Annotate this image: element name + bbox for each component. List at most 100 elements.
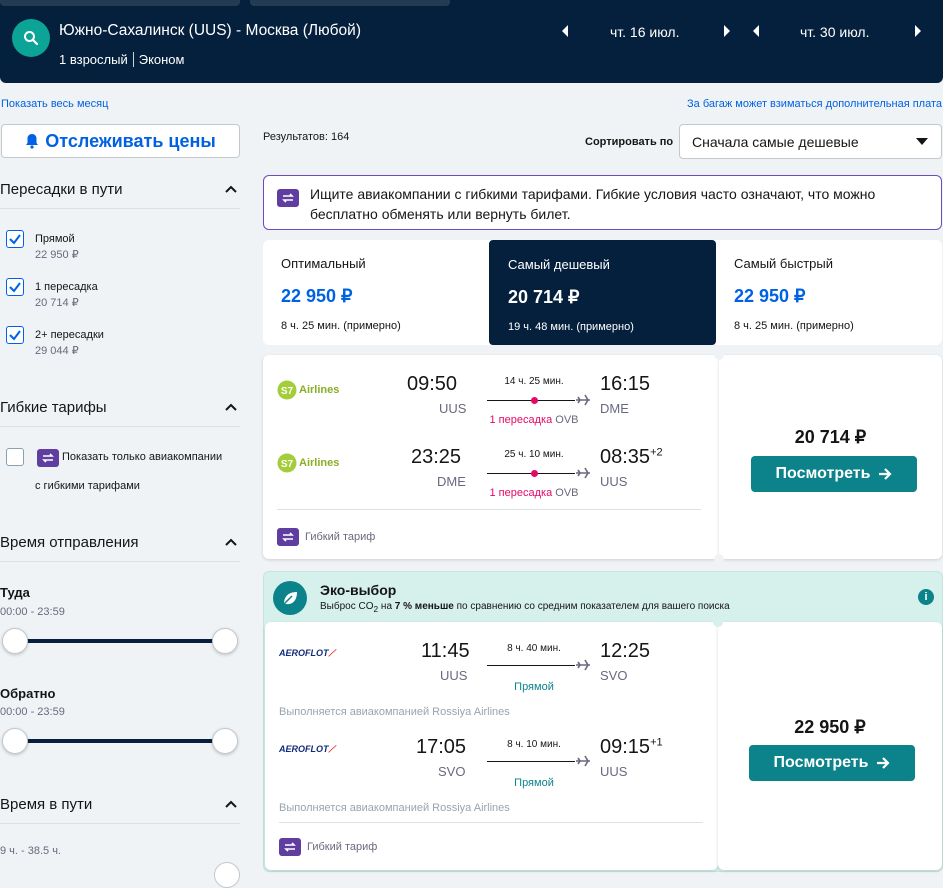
info-icon[interactable]: i — [918, 589, 934, 605]
ticket-notch — [714, 554, 724, 564]
flex-fare-tag: Гибкий тариф — [279, 838, 377, 856]
flex-only-label[interactable]: Показать только авиакомпании — [62, 449, 222, 465]
slider-track — [15, 739, 225, 743]
slider-track — [15, 639, 225, 643]
stops-option-checkbox[interactable] — [6, 326, 24, 344]
arrival-time: 09:15+1 — [600, 736, 663, 759]
sort-value: Сначала самые дешевые — [692, 134, 859, 150]
chevron-up-icon[interactable] — [225, 538, 237, 546]
flex-filter: Гибкие тарифы — [0, 399, 240, 427]
tab-cheapest[interactable]: Самый дешевый 20 714 ₽ 19 ч. 48 мин. (пр… — [489, 240, 716, 345]
prev-date-back-icon[interactable] — [751, 24, 761, 38]
stops-filter: Пересадки в пути — [0, 181, 240, 209]
track-prices-button[interactable]: Отслеживать цены — [1, 124, 240, 158]
departure-airport: UUS — [440, 668, 468, 683]
header-tab[interactable] — [0, 0, 240, 6]
eco-title: Эко-выбор — [320, 582, 397, 598]
show-month-link[interactable]: Показать весь месяц — [1, 98, 108, 110]
flex-fare-icon — [37, 449, 59, 467]
flight-leg: S7 Airlines 09:50 UUS 14 ч. 25 мин. 1 пе… — [263, 369, 719, 429]
date-back[interactable]: чт. 30 июл. — [800, 24, 869, 40]
return-time-slider[interactable] — [1, 726, 239, 756]
leg-duration: 8 ч. 10 мин. — [507, 739, 561, 750]
arrow-right-icon — [877, 757, 891, 769]
stop-dot — [531, 470, 538, 477]
tab-price: 20 714 ₽ — [508, 287, 580, 307]
duration-range: 9 ч. - 38.5 ч. — [0, 845, 61, 857]
s7-logo-icon: S7 — [277, 380, 297, 400]
flex-fare-icon — [279, 838, 301, 856]
option-name: 2+ пересадки — [35, 329, 104, 341]
date-out[interactable]: чт. 16 июл. — [610, 24, 679, 40]
stops-option-checkbox[interactable] — [6, 278, 24, 296]
option-name: Прямой — [35, 233, 75, 245]
duration-filter: Время в пути — [0, 796, 240, 824]
flex-fare-icon — [277, 528, 299, 546]
arrival-airport: UUS — [600, 474, 628, 489]
arrival-time: 08:35+2 — [600, 446, 663, 469]
plane-icon — [576, 659, 590, 671]
divider — [0, 208, 240, 209]
stop-dot — [531, 397, 538, 404]
search-button[interactable] — [12, 19, 50, 57]
route-title[interactable]: Южно-Сахалинск (UUS) - Москва (Любой) — [59, 22, 361, 40]
view-deal-button[interactable]: Посмотреть — [749, 745, 915, 781]
track-prices-label: Отслеживать цены — [45, 130, 216, 151]
stops-option-checkbox[interactable] — [6, 230, 24, 248]
eco-description: Выброс CO2 на 7 % меньше по сравнению со… — [320, 601, 730, 614]
sort-select[interactable]: Сначала самые дешевые — [679, 124, 942, 159]
airline-name: AEROFLOT — [279, 648, 329, 658]
airline-name: Airlines — [299, 384, 340, 396]
operated-by: Выполняется авиакомпанией Rossiya Airlin… — [279, 706, 510, 718]
arrival-time: 16:15 — [600, 373, 651, 395]
slider-handle-min[interactable] — [2, 728, 28, 754]
chevron-up-icon[interactable] — [225, 185, 237, 193]
return-label: Обратно — [0, 686, 56, 701]
stops-option-label[interactable]: 2+ пересадки 29 044 ₽ — [35, 327, 104, 359]
tab-price: 22 950 ₽ — [734, 286, 806, 306]
flex-only-checkbox[interactable] — [6, 448, 24, 466]
airline-logo: AEROFLOT⟋ — [279, 648, 335, 658]
chevron-up-icon[interactable] — [225, 800, 237, 808]
tab-fastest[interactable]: Самый быстрый 22 950 ₽ 8 ч. 25 мин. (при… — [716, 240, 942, 345]
view-deal-button[interactable]: Посмотреть — [751, 456, 917, 492]
stops-info: 1 пересадка OVB — [474, 487, 594, 499]
header-tab[interactable] — [250, 0, 450, 6]
divider — [277, 509, 701, 510]
prev-date-out-icon[interactable] — [560, 24, 570, 38]
flight-card-legs[interactable]: S7 Airlines 09:50 UUS 14 ч. 25 мин. 1 пе… — [263, 355, 719, 559]
flight-card-price[interactable]: 20 714 ₽ Посмотреть — [719, 355, 942, 559]
stops-option-label[interactable]: 1 пересадка 20 714 ₽ — [35, 279, 98, 311]
stops-count: 1 пересадка — [489, 414, 553, 426]
chevron-up-icon[interactable] — [225, 403, 237, 411]
baggage-link[interactable]: За багаж может взиматься дополнительная … — [687, 98, 942, 110]
flight-card-price[interactable]: 22 950 ₽ Посмотреть — [718, 622, 942, 870]
flex-only-label-cont[interactable]: с гибкими тарифами — [35, 478, 140, 494]
divider — [132, 52, 134, 67]
tab-label: Оптимальный — [281, 256, 366, 271]
slider-handle-min[interactable] — [2, 628, 28, 654]
departure-time: 17:05 — [416, 736, 467, 758]
svg-text:S7: S7 — [281, 459, 294, 470]
flight-card-legs[interactable]: AEROFLOT⟋ 11:45 UUS 8 ч. 40 мин. Прямой … — [265, 622, 718, 870]
arrival-time-value: 08:35 — [600, 446, 651, 468]
outbound-time-slider[interactable] — [1, 626, 239, 656]
flex-fare-tag: Гибкий тариф — [277, 528, 375, 546]
arrow-right-icon — [879, 468, 893, 480]
next-date-out-icon[interactable] — [722, 24, 732, 38]
operated-by: Выполняется авиакомпанией Rossiya Airlin… — [279, 802, 510, 814]
traveller-summary[interactable]: 1 взрослый Эконом — [59, 52, 184, 67]
tab-price: 22 950 ₽ — [281, 286, 353, 306]
slider-handle-max[interactable] — [212, 628, 238, 654]
outbound-label: Туда — [0, 585, 30, 600]
stops-option-label[interactable]: Прямой 22 950 ₽ — [35, 231, 79, 263]
slider-handle-max[interactable] — [212, 728, 238, 754]
tab-best[interactable]: Оптимальный 22 950 ₽ 8 ч. 25 мин. (приме… — [263, 240, 489, 345]
slider-handle-max[interactable] — [214, 862, 240, 888]
plane-icon — [576, 755, 590, 767]
flight-leg: AEROFLOT⟋ 11:45 UUS 8 ч. 40 мин. Прямой … — [265, 636, 721, 696]
next-date-back-icon[interactable] — [913, 24, 923, 38]
airline-name: AEROFLOT — [279, 744, 329, 754]
stops-filter-title: Пересадки в пути — [0, 181, 123, 198]
flight-price: 20 714 ₽ — [794, 427, 867, 447]
